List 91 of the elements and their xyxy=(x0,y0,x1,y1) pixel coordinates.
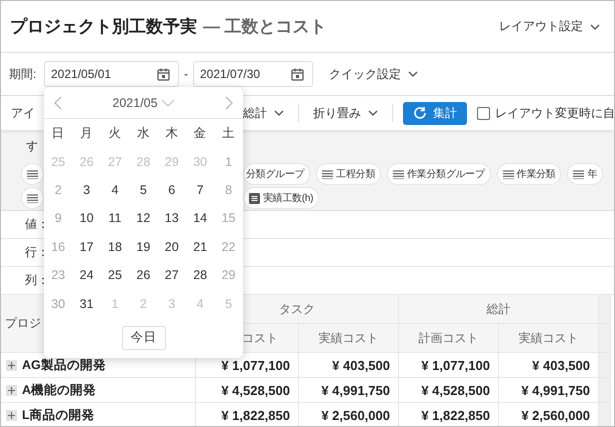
weekday-label: 金 xyxy=(194,124,207,142)
calendar-day[interactable]: 31 xyxy=(80,296,94,311)
table-cell: ¥ 1,077,100 xyxy=(399,353,499,378)
column-group-header: 総計 xyxy=(399,295,599,324)
calendar-day[interactable]: 20 xyxy=(164,240,179,254)
calendar-day[interactable]: 11 xyxy=(108,211,122,226)
weekday-label: 木 xyxy=(165,124,178,142)
table-cell: ¥ 2,560,000 xyxy=(299,403,399,426)
table-cell: ¥ 4,528,500 xyxy=(196,378,299,403)
table-icon xyxy=(249,192,260,204)
shelf-label: 列： xyxy=(25,272,49,289)
table-cell: ¥ 1,822,850 xyxy=(399,403,499,426)
weekday-label: 火 xyxy=(108,124,122,142)
calendar-day[interactable]: 4 xyxy=(112,182,118,197)
calendar-icon xyxy=(157,68,170,80)
table-cell: ¥ 4,991,750 xyxy=(299,378,399,403)
calendar-day[interactable]: 14 xyxy=(193,211,208,226)
calendar-day[interactable]: 6 xyxy=(168,182,176,197)
row-header: A機能の開発 xyxy=(22,382,96,398)
expand-icon xyxy=(6,384,17,396)
expand-icon xyxy=(6,360,17,370)
field-list-label: す xyxy=(26,138,38,154)
chevron-down-icon xyxy=(274,110,284,116)
field-chip[interactable]: 作業分類 xyxy=(496,163,562,185)
list-icon xyxy=(27,170,38,178)
list-icon xyxy=(573,170,584,178)
calendar-day[interactable]: 24 xyxy=(80,268,94,282)
chevron-down-icon xyxy=(408,71,418,77)
column-header: 実績コスト xyxy=(299,324,399,353)
calendar-day[interactable]: 18 xyxy=(108,240,122,254)
shelf-label: 値： xyxy=(25,216,49,233)
chevron-down-icon xyxy=(590,24,600,30)
field-chip[interactable]: 作業分類グループ xyxy=(387,163,491,185)
calendar-day[interactable]: 13 xyxy=(164,211,179,226)
layout-settings-menu[interactable]: レイアウト設定 xyxy=(495,16,604,37)
weekday-label: 水 xyxy=(136,124,150,142)
table-cell: ¥ 403,500 xyxy=(299,353,399,378)
expand-icon xyxy=(6,410,17,420)
calendar-day[interactable]: 5 xyxy=(140,182,147,197)
row-header: L商品の開発 xyxy=(22,406,95,424)
field-chip[interactable]: 分類グループ xyxy=(243,163,310,185)
page-subtitle: — 工数とコスト xyxy=(203,17,327,36)
calendar-day[interactable]: 27 xyxy=(164,268,179,282)
collapse-menu[interactable]: 折り畳み xyxy=(309,102,382,124)
chevron-down-icon xyxy=(160,98,175,106)
shelf-label: 行： xyxy=(25,244,49,261)
list-icon xyxy=(502,170,514,178)
quick-settings-menu[interactable]: クイック設定 xyxy=(325,64,422,84)
table-cell: ¥ 4,528,500 xyxy=(399,378,499,403)
calendar-day[interactable]: 19 xyxy=(136,240,150,254)
chevron-left-icon xyxy=(54,96,62,110)
month-selector[interactable]: 2021/05 xyxy=(112,96,175,110)
chevron-down-icon xyxy=(368,110,378,116)
chevron-right-icon xyxy=(225,96,233,110)
weekday-label: 土 xyxy=(222,124,236,142)
date-field[interactable]: 2021/05/01 xyxy=(44,61,179,87)
items-label: アイ xyxy=(11,106,35,120)
calendar-day[interactable]: 17 xyxy=(80,240,94,254)
page-title: プロジェクト別工数予実 xyxy=(10,17,197,36)
list-icon xyxy=(27,194,38,202)
calendar-icon xyxy=(291,68,304,80)
field-chip[interactable]: 工程分類 xyxy=(316,163,382,185)
calendar-day[interactable]: 7 xyxy=(196,182,204,197)
calendar-day[interactable]: 10 xyxy=(80,211,94,226)
field-chip[interactable] xyxy=(21,163,44,185)
field-chip[interactable]: 年 xyxy=(567,163,604,185)
weekday-label: 月 xyxy=(80,124,94,142)
refresh-icon xyxy=(413,106,427,120)
range-separator: - xyxy=(183,67,189,81)
table-cell: ¥ 1,822,850 xyxy=(196,403,299,426)
checkbox-label: レイアウト変更時に自 xyxy=(495,104,614,122)
column-header: 実績コスト xyxy=(499,324,599,353)
list-icon xyxy=(393,170,404,178)
aggregate-button[interactable]: 集計 xyxy=(403,102,467,124)
field-chip[interactable] xyxy=(21,187,44,209)
period-label: 期間: xyxy=(9,66,38,82)
today-button[interactable]: 今日 xyxy=(122,326,166,350)
calendar-day[interactable]: 12 xyxy=(136,211,150,226)
row-header: AG製品の開発 xyxy=(22,356,106,374)
calendar-day[interactable]: 28 xyxy=(193,268,208,282)
column-header: 計画コスト xyxy=(399,324,499,353)
date-field[interactable]: 2021/07/30 xyxy=(193,61,313,87)
total-menu[interactable]: 総計 xyxy=(237,102,288,124)
calendar-day[interactable]: 21 xyxy=(193,240,208,254)
list-icon xyxy=(322,170,334,178)
weekday-label: 日 xyxy=(52,124,65,142)
field-chip[interactable]: 実績工数(h) xyxy=(243,187,320,209)
calendar-day[interactable]: 25 xyxy=(108,268,122,282)
calendar-day[interactable]: 3 xyxy=(83,182,90,197)
auto-aggregate-checkbox[interactable] xyxy=(477,106,490,120)
calendar-day[interactable]: 26 xyxy=(136,268,150,282)
